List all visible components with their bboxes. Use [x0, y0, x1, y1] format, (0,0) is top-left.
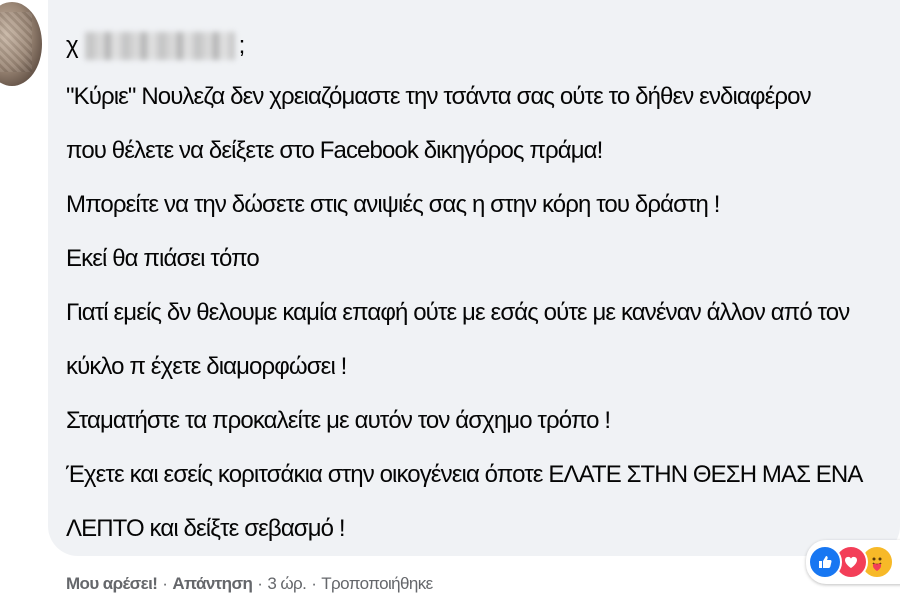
comment-line: "Κύριε" Νουλεζα δεν χρειαζόμαστε την τσά… [66, 83, 812, 110]
comment-text: "Κύριε" Νουλεζα δεν χρειαζόμαστε την τσά… [66, 70, 886, 556]
comment-line: Σταματήστε τα προκαλείτε με αυτόν τον άσ… [66, 407, 611, 434]
comment-line: Έχετε και εσείς κοριτσάκια στην οικογένε… [66, 461, 863, 488]
edited-label[interactable]: Τροποποιήθηκε [321, 574, 433, 594]
comment-line: Μπορείτε να την δώσετε στις ανιψιές σας … [66, 191, 720, 218]
comment-screenshot: χ ; "Κύριε" Νουλεζα δεν χρειαζόμαστε την… [0, 0, 900, 600]
reactions-summary[interactable]: 76 [806, 540, 900, 584]
comment-line: Γιατί εμείς δν θελουμε καμία επαφή ούτε … [66, 299, 850, 326]
comment-line: που θέλετε να δείξετε στο Facebook δικηγ… [66, 137, 603, 164]
author-name-redacted [84, 32, 235, 60]
like-button[interactable]: Μου αρέσει! [66, 574, 158, 594]
comment-line: κύκλο π έχετε διαμορφώσει ! [66, 353, 347, 380]
separator-dot: · [311, 574, 317, 593]
comment-timestamp[interactable]: 3 ώρ. [267, 574, 306, 594]
avatar[interactable] [0, 2, 42, 86]
like-icon [808, 545, 842, 579]
separator-dot: · [162, 574, 168, 593]
separator-dot: · [257, 574, 263, 593]
author-name-end: ; [238, 32, 246, 59]
author-name-initial: χ [66, 32, 79, 59]
comment-line: Εκεί θα πιάσει τόπο [66, 245, 260, 272]
comment-line: ΛΕΠΤΟ και δείξτε σεβασμό ! [66, 515, 346, 542]
comment-actions: Μου αρέσει! · Απάντηση · 3 ώρ. · Τροποπο… [66, 570, 433, 598]
comment-author[interactable]: χ ; [66, 30, 245, 62]
reply-button[interactable]: Απάντηση [172, 574, 253, 594]
